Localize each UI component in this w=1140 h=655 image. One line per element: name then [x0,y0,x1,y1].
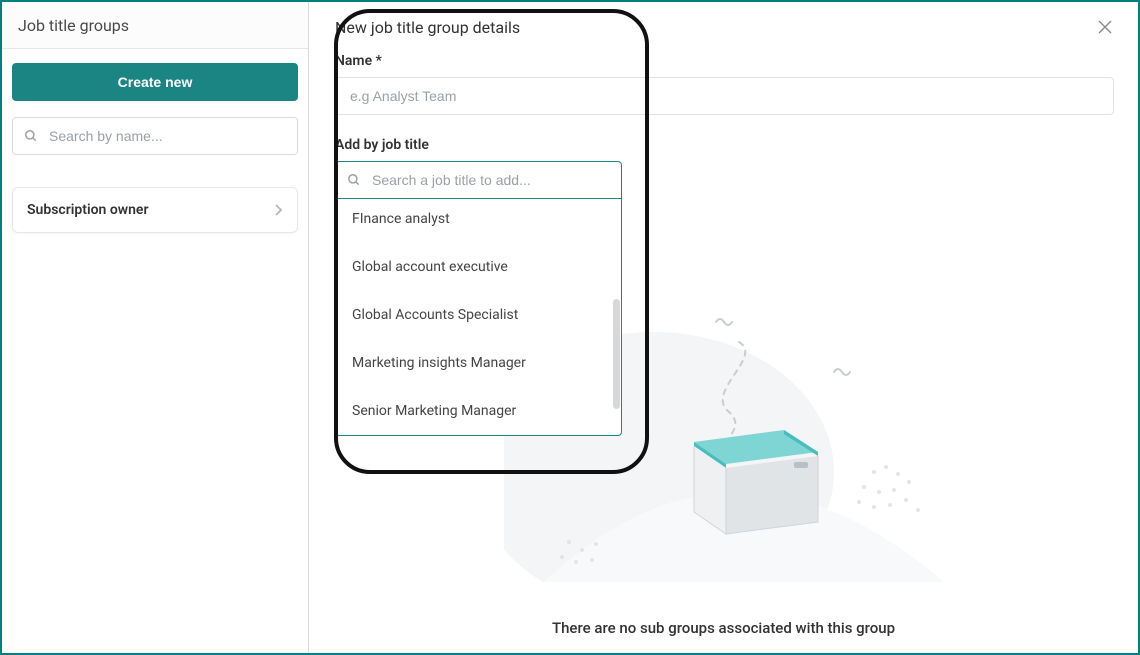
close-button[interactable] [1096,18,1114,36]
main-panel: New job title group details Name * Add b… [309,2,1138,653]
add-by-job-title-label: Add by job title [335,137,1114,153]
name-label: Name * [335,53,1114,69]
detail-form: Name * Add by job title FInance analyst … [309,45,1138,436]
empty-state-message: There are no sub groups associated with … [309,619,1138,637]
chevron-right-icon [275,204,283,216]
job-title-option[interactable]: Global account executive [336,243,621,291]
detail-header: New job title group details [309,2,1138,45]
box-icon [694,430,818,534]
sidebar-title: Job title groups [2,2,308,49]
job-title-option[interactable]: Senior Marketing Manager [336,387,621,435]
group-item-label: Subscription owner [27,202,149,218]
add-by-job-title-section: Add by job title FInance analyst Global … [335,137,1114,436]
close-icon [1096,18,1114,36]
detail-title: New job title group details [335,18,520,37]
sidebar: Job title groups Create new Subscription… [2,2,309,653]
job-title-option[interactable]: FInance analyst [336,199,621,243]
job-title-option[interactable]: Marketing insights Manager [336,339,621,387]
sidebar-body: Create new Subscription owner [2,49,308,247]
create-new-button[interactable]: Create new [12,63,298,101]
job-title-search-input[interactable] [335,161,622,199]
dropdown-scrollbar[interactable] [613,299,620,409]
job-title-search [335,161,622,199]
job-title-dropdown: FInance analyst Global account executive… [335,199,622,436]
group-list-item[interactable]: Subscription owner [12,187,298,233]
app-frame: Job title groups Create new Subscription… [0,0,1140,655]
sidebar-search-input[interactable] [12,117,298,155]
name-input[interactable] [335,77,1114,115]
search-icon [24,129,38,143]
search-icon [347,173,361,187]
job-title-option[interactable]: Global Accounts Specialist [336,291,621,339]
sidebar-search [12,117,298,155]
